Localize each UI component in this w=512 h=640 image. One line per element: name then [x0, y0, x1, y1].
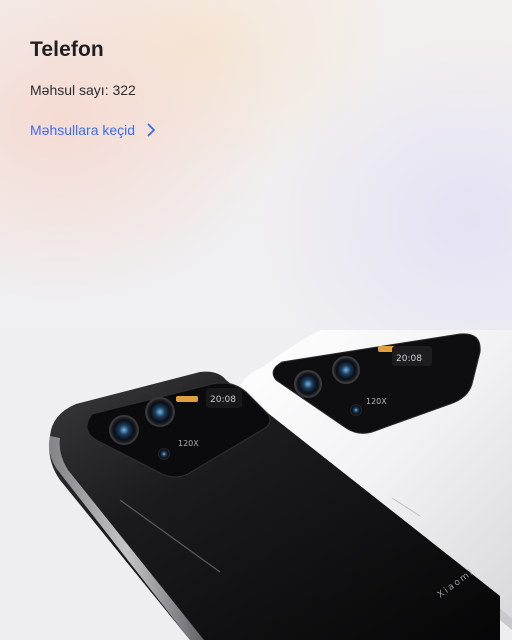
product-count: Məhsul sayı: 322: [30, 82, 136, 98]
svg-text:120X: 120X: [178, 439, 199, 448]
products-link[interactable]: Məhsullara keçid: [30, 122, 156, 138]
category-title: Telefon: [30, 38, 104, 61]
svg-text:20:08: 20:08: [396, 354, 422, 364]
phone-image: 20:08 120X 20:08 120X Xiaomi: [48, 330, 512, 640]
chevron-right-icon: [147, 123, 156, 137]
svg-text:20:08: 20:08: [210, 395, 236, 405]
products-link-label: Məhsullara keçid: [30, 122, 136, 138]
category-card: Telefon Məhsul sayı: 322 Məhsullara keçi…: [30, 38, 156, 138]
svg-text:120X: 120X: [366, 397, 387, 406]
